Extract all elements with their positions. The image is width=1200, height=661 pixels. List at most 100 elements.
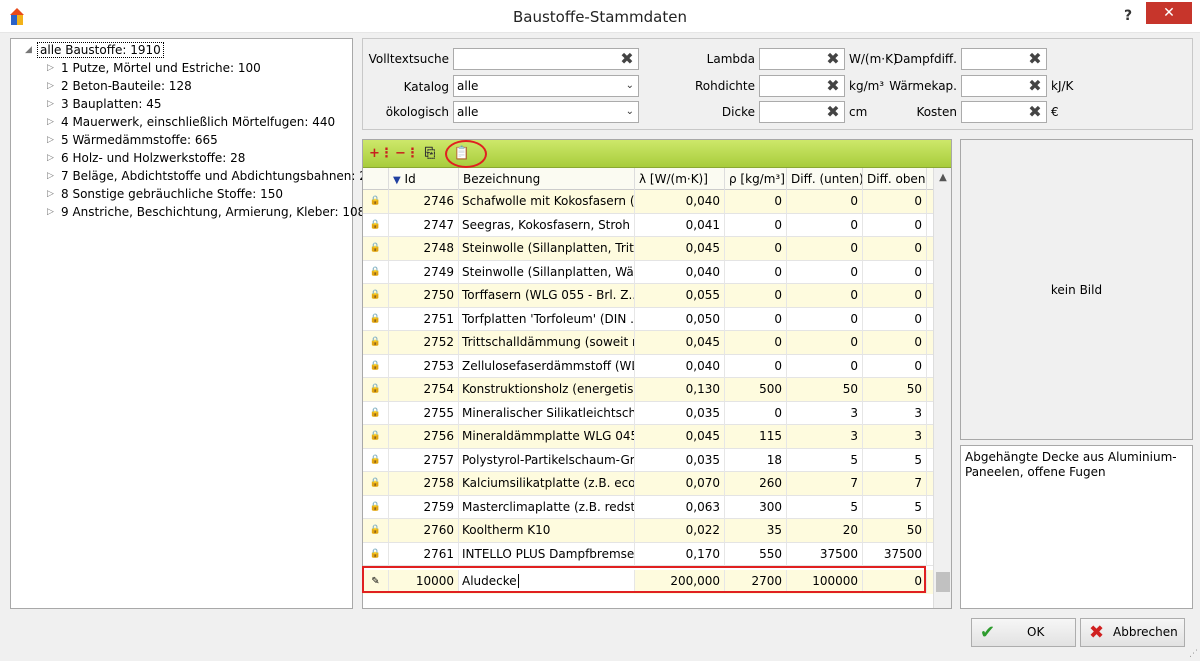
cell-bezeichnung[interactable]: Masterclimaplatte (z.B. redst... xyxy=(459,495,635,519)
table-row[interactable]: 🔒 2761 INTELLO PLUS Dampfbremse 0,170 550 375… xyxy=(363,542,933,566)
cell-bezeichnung[interactable]: Mineralischer Silikatleichtscha... xyxy=(459,401,635,425)
table-row[interactable]: 🔒 2750 Torffasern (WLG 055 - Brl. Z... 0,05… xyxy=(363,284,933,308)
table-row[interactable]: 🔒2758Kalciumsilikatplatte (z.B. ecob...0… xyxy=(363,472,933,496)
cell-rho[interactable]: 0 xyxy=(725,331,787,354)
tree-item[interactable]: ▷ 8 Sonstige gebräuchliche Stoffe: 150 xyxy=(11,185,352,203)
tree-item[interactable]: ▷ 7 Beläge, Abdichtstoffe und Abdichtungs… xyxy=(11,167,382,185)
cell-rho[interactable]: 0 xyxy=(725,284,787,307)
cell-bezeichnung[interactable]: Schafwolle mit Kokosfasern (... xyxy=(459,190,635,213)
cell-diff-unten[interactable]: 3 xyxy=(787,401,863,425)
header-rho[interactable]: ρ [kg/m³] xyxy=(725,168,787,190)
cell-diff-oben[interactable]: 3 xyxy=(863,425,927,448)
category-tree[interactable]: ◢ alle Baustoffe: 1910 ▷ 1 Putze, Mörtel … xyxy=(10,38,382,609)
cell-id[interactable]: 2761 xyxy=(389,542,459,566)
expand-icon[interactable]: ▷ xyxy=(47,59,54,77)
cell-bezeichnung[interactable]: Kalciumsilikatplatte (z.B. ecob... xyxy=(459,472,635,495)
cell-diff-oben[interactable]: 0 xyxy=(863,237,927,260)
cell-id[interactable]: 2760 xyxy=(389,519,459,542)
table-row[interactable]: 🔒 2754 Konstruktionsholz (energetisc... 0,1… xyxy=(363,378,933,402)
cell-lambda[interactable]: 0,045 xyxy=(635,237,725,260)
cell-lambda[interactable]: 0,055 xyxy=(635,284,725,307)
scroll-up-icon[interactable]: ▲ xyxy=(934,172,951,183)
cell-rho[interactable]: 0 xyxy=(725,354,787,378)
vertical-scrollbar[interactable]: ▲ xyxy=(933,168,951,608)
tree-item[interactable]: ▷ 6 Holz- und Holzwerkstoffe: 28 xyxy=(11,149,352,167)
cell-lambda[interactable]: 0,022 xyxy=(635,519,725,542)
clear-icon[interactable]: ✖ xyxy=(1026,77,1044,95)
cell-id[interactable]: 2748 xyxy=(389,237,459,260)
expand-icon[interactable]: ▷ xyxy=(47,149,54,167)
cell-bezeichnung[interactable]: Mineraldämmplatte WLG 045 ... xyxy=(459,425,635,448)
table-row[interactable]: 🔒 2752 Trittschalldämmung (soweit r... 0,04… xyxy=(363,331,933,355)
cell-id[interactable]: 2750 xyxy=(389,284,459,307)
cell-lambda[interactable]: 0,130 xyxy=(635,378,725,401)
cell-rho[interactable]: 550 xyxy=(725,542,787,566)
header-diff-oben[interactable]: Diff. oben xyxy=(863,168,927,190)
resize-grip-icon[interactable]: ⋰ xyxy=(1189,649,1198,659)
cell-diff-unten[interactable]: 0 xyxy=(787,354,863,378)
tree-item[interactable]: ▷ 9 Anstriche, Beschichtung, Armierung, K… xyxy=(11,203,365,221)
dampfdiff-input[interactable]: ✖ xyxy=(961,48,1047,70)
kosten-input[interactable]: ✖ xyxy=(961,101,1047,123)
dicke-input[interactable]: ✖ xyxy=(759,101,845,123)
waermekap-input[interactable]: ✖ xyxy=(961,75,1047,97)
cell-id[interactable]: 2747 xyxy=(389,213,459,237)
table-row[interactable]: 🔒 2746 Schafwolle mit Kokosfasern (... 0,04… xyxy=(363,190,933,214)
cell-diff-oben[interactable]: 37500 xyxy=(863,542,927,566)
cell-diff-unten[interactable]: 5 xyxy=(787,495,863,519)
cell-diff-oben[interactable]: 5 xyxy=(863,495,927,519)
table-row[interactable]: 🔒 2753 Zellulosefaserdämmstoff (WL... 0,040… xyxy=(363,354,933,378)
clear-icon[interactable]: ✖ xyxy=(618,50,636,68)
cell-diff-unten[interactable]: 0 xyxy=(787,260,863,284)
cell-bezeichnung[interactable]: Seegras, Kokosfasern, Stroh ... xyxy=(459,213,635,237)
tree-item[interactable]: ▷ 3 Bauplatten: 45 xyxy=(11,95,352,113)
header-lambda[interactable]: λ [W/(m·K)] xyxy=(635,168,725,190)
cell-rho[interactable]: 260 xyxy=(725,472,787,495)
volltext-input[interactable]: ✖ xyxy=(453,48,639,70)
cell-rho[interactable]: 300 xyxy=(725,495,787,519)
cell-bezeichnung[interactable]: Trittschalldämmung (soweit r... xyxy=(459,331,635,354)
header-id[interactable]: ▼ Id xyxy=(389,168,459,190)
cell-diff-unten[interactable]: 37500 xyxy=(787,542,863,566)
header-diff-unten[interactable]: Diff. (unten) xyxy=(787,168,863,190)
help-button[interactable]: ? xyxy=(1116,4,1140,28)
table-row[interactable]: 🔒 2748 Steinwolle (Sillanplatten, Tritt...… xyxy=(363,237,933,261)
katalog-select[interactable]: alle ⌄ xyxy=(453,75,639,97)
cell-diff-unten[interactable]: 0 xyxy=(787,284,863,307)
cell-rho[interactable]: 0 xyxy=(725,401,787,425)
cell-rho[interactable]: 0 xyxy=(725,260,787,284)
cell-diff-unten[interactable]: 0 xyxy=(787,190,863,213)
tree-item[interactable]: ▷ 4 Mauerwerk, einschließlich Mörtelfugen… xyxy=(11,113,352,131)
expand-icon[interactable]: ▷ xyxy=(47,131,54,149)
table-row[interactable]: 🔒 2747 Seegras, Kokosfasern, Stroh ... 0,04… xyxy=(363,213,933,237)
cell-id[interactable]: 2753 xyxy=(389,354,459,378)
cell-diff-unten[interactable]: 20 xyxy=(787,519,863,542)
cell-diff-oben[interactable]: 50 xyxy=(863,378,927,401)
cell-id[interactable]: 2756 xyxy=(389,425,459,448)
close-button[interactable]: ✕ xyxy=(1146,2,1192,24)
ok-button[interactable]: ✔ OK xyxy=(971,618,1076,647)
cell-diff-oben[interactable]: 5 xyxy=(863,448,927,472)
cell-diff-oben[interactable]: 50 xyxy=(863,519,927,542)
tree-item[interactable]: ▷ 5 Wärmedämmstoffe: 665 xyxy=(11,131,352,149)
tree-item[interactable]: ▷ 1 Putze, Mörtel und Estriche: 100 xyxy=(11,59,352,77)
cell-diff-unten[interactable]: 0 xyxy=(787,213,863,237)
cell-bezeichnung[interactable]: INTELLO PLUS Dampfbremse xyxy=(459,542,635,566)
cell-lambda[interactable]: 0,040 xyxy=(635,190,725,213)
cell-rho[interactable]: 115 xyxy=(725,425,787,448)
table-row[interactable]: 🔒2755Mineralischer Silikatleichtscha...0… xyxy=(363,401,933,425)
cell-diff-oben[interactable]: 0 xyxy=(863,284,927,307)
lambda-input[interactable]: ✖ xyxy=(759,48,845,70)
cell-diff-oben[interactable]: 0 xyxy=(863,213,927,237)
header-bezeichnung[interactable]: Bezeichnung xyxy=(459,168,635,190)
scroll-thumb[interactable] xyxy=(936,572,950,592)
chevron-down-icon[interactable]: ⌄ xyxy=(626,102,634,122)
cell-lambda[interactable]: 0,050 xyxy=(635,307,725,331)
cell-diff-oben[interactable]: 3 xyxy=(863,401,927,425)
cell-id[interactable]: 2746 xyxy=(389,190,459,213)
cell-lambda[interactable]: 0,170 xyxy=(635,542,725,566)
cell-bezeichnung[interactable]: Torffasern (WLG 055 - Brl. Z... xyxy=(459,284,635,307)
cell-lambda[interactable]: 0,035 xyxy=(635,448,725,472)
clear-icon[interactable]: ✖ xyxy=(1026,50,1044,68)
description-box[interactable]: Abgehängte Decke aus Aluminium-Paneelen,… xyxy=(960,445,1193,609)
